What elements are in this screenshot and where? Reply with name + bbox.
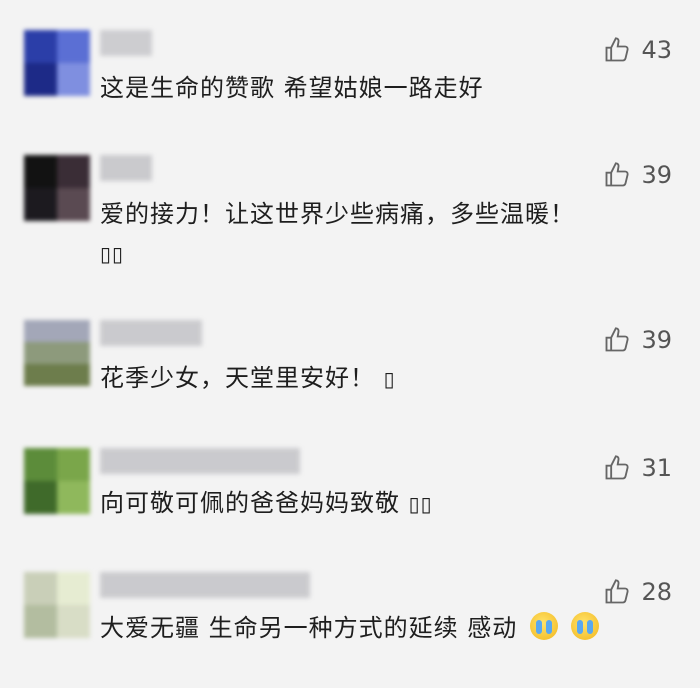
like-count: 43 <box>641 36 672 64</box>
like-count: 31 <box>641 454 672 482</box>
like-button[interactable]: 31 <box>603 452 672 484</box>
comment-text: 爱的接力！让这世界少些病痛，多些温暖！ <box>100 200 575 228</box>
username-blurred[interactable] <box>100 320 202 346</box>
username-blurred[interactable] <box>100 572 310 598</box>
comment-text: 大爱无疆 生命另一种方式的延续 感动 <box>100 612 599 643</box>
thumbs-up-icon <box>606 327 630 352</box>
comment-text: 这是生命的赞歌 希望姑娘一路走好 <box>100 74 484 102</box>
avatar[interactable] <box>24 30 90 96</box>
thumbs-up-icon <box>606 455 630 480</box>
like-count: 39 <box>641 326 672 354</box>
avatar[interactable] <box>24 155 90 221</box>
crying-face-emoji-icon <box>570 612 599 640</box>
like-button[interactable]: 39 <box>603 324 672 356</box>
like-count: 39 <box>641 161 672 189</box>
username-blurred[interactable] <box>100 448 305 474</box>
avatar[interactable] <box>24 572 90 638</box>
like-button[interactable]: 39 <box>603 159 672 191</box>
comment-text: 向可敬可佩的爸爸妈妈致敬 ▯▯ <box>100 489 433 517</box>
comment-emoji-placeholder: ▯▯ <box>408 492 433 516</box>
comment-text: 花季少女，天堂里安好！ ▯ <box>100 364 396 392</box>
thumbs-up-icon <box>606 162 630 187</box>
username-blurred[interactable] <box>100 30 152 56</box>
like-count: 28 <box>641 578 672 606</box>
like-button[interactable]: 43 <box>603 34 672 66</box>
avatar[interactable] <box>24 448 90 514</box>
comment-emoji-placeholder: ▯▯ <box>100 242 125 266</box>
crying-face-emoji-icon <box>529 612 558 640</box>
thumbs-up-icon <box>606 37 630 62</box>
comment-emoji-placeholder: ▯ <box>383 367 396 391</box>
username-blurred[interactable] <box>100 155 152 181</box>
avatar[interactable] <box>24 320 90 386</box>
like-button[interactable]: 28 <box>603 576 672 608</box>
thumbs-up-icon <box>606 579 630 604</box>
